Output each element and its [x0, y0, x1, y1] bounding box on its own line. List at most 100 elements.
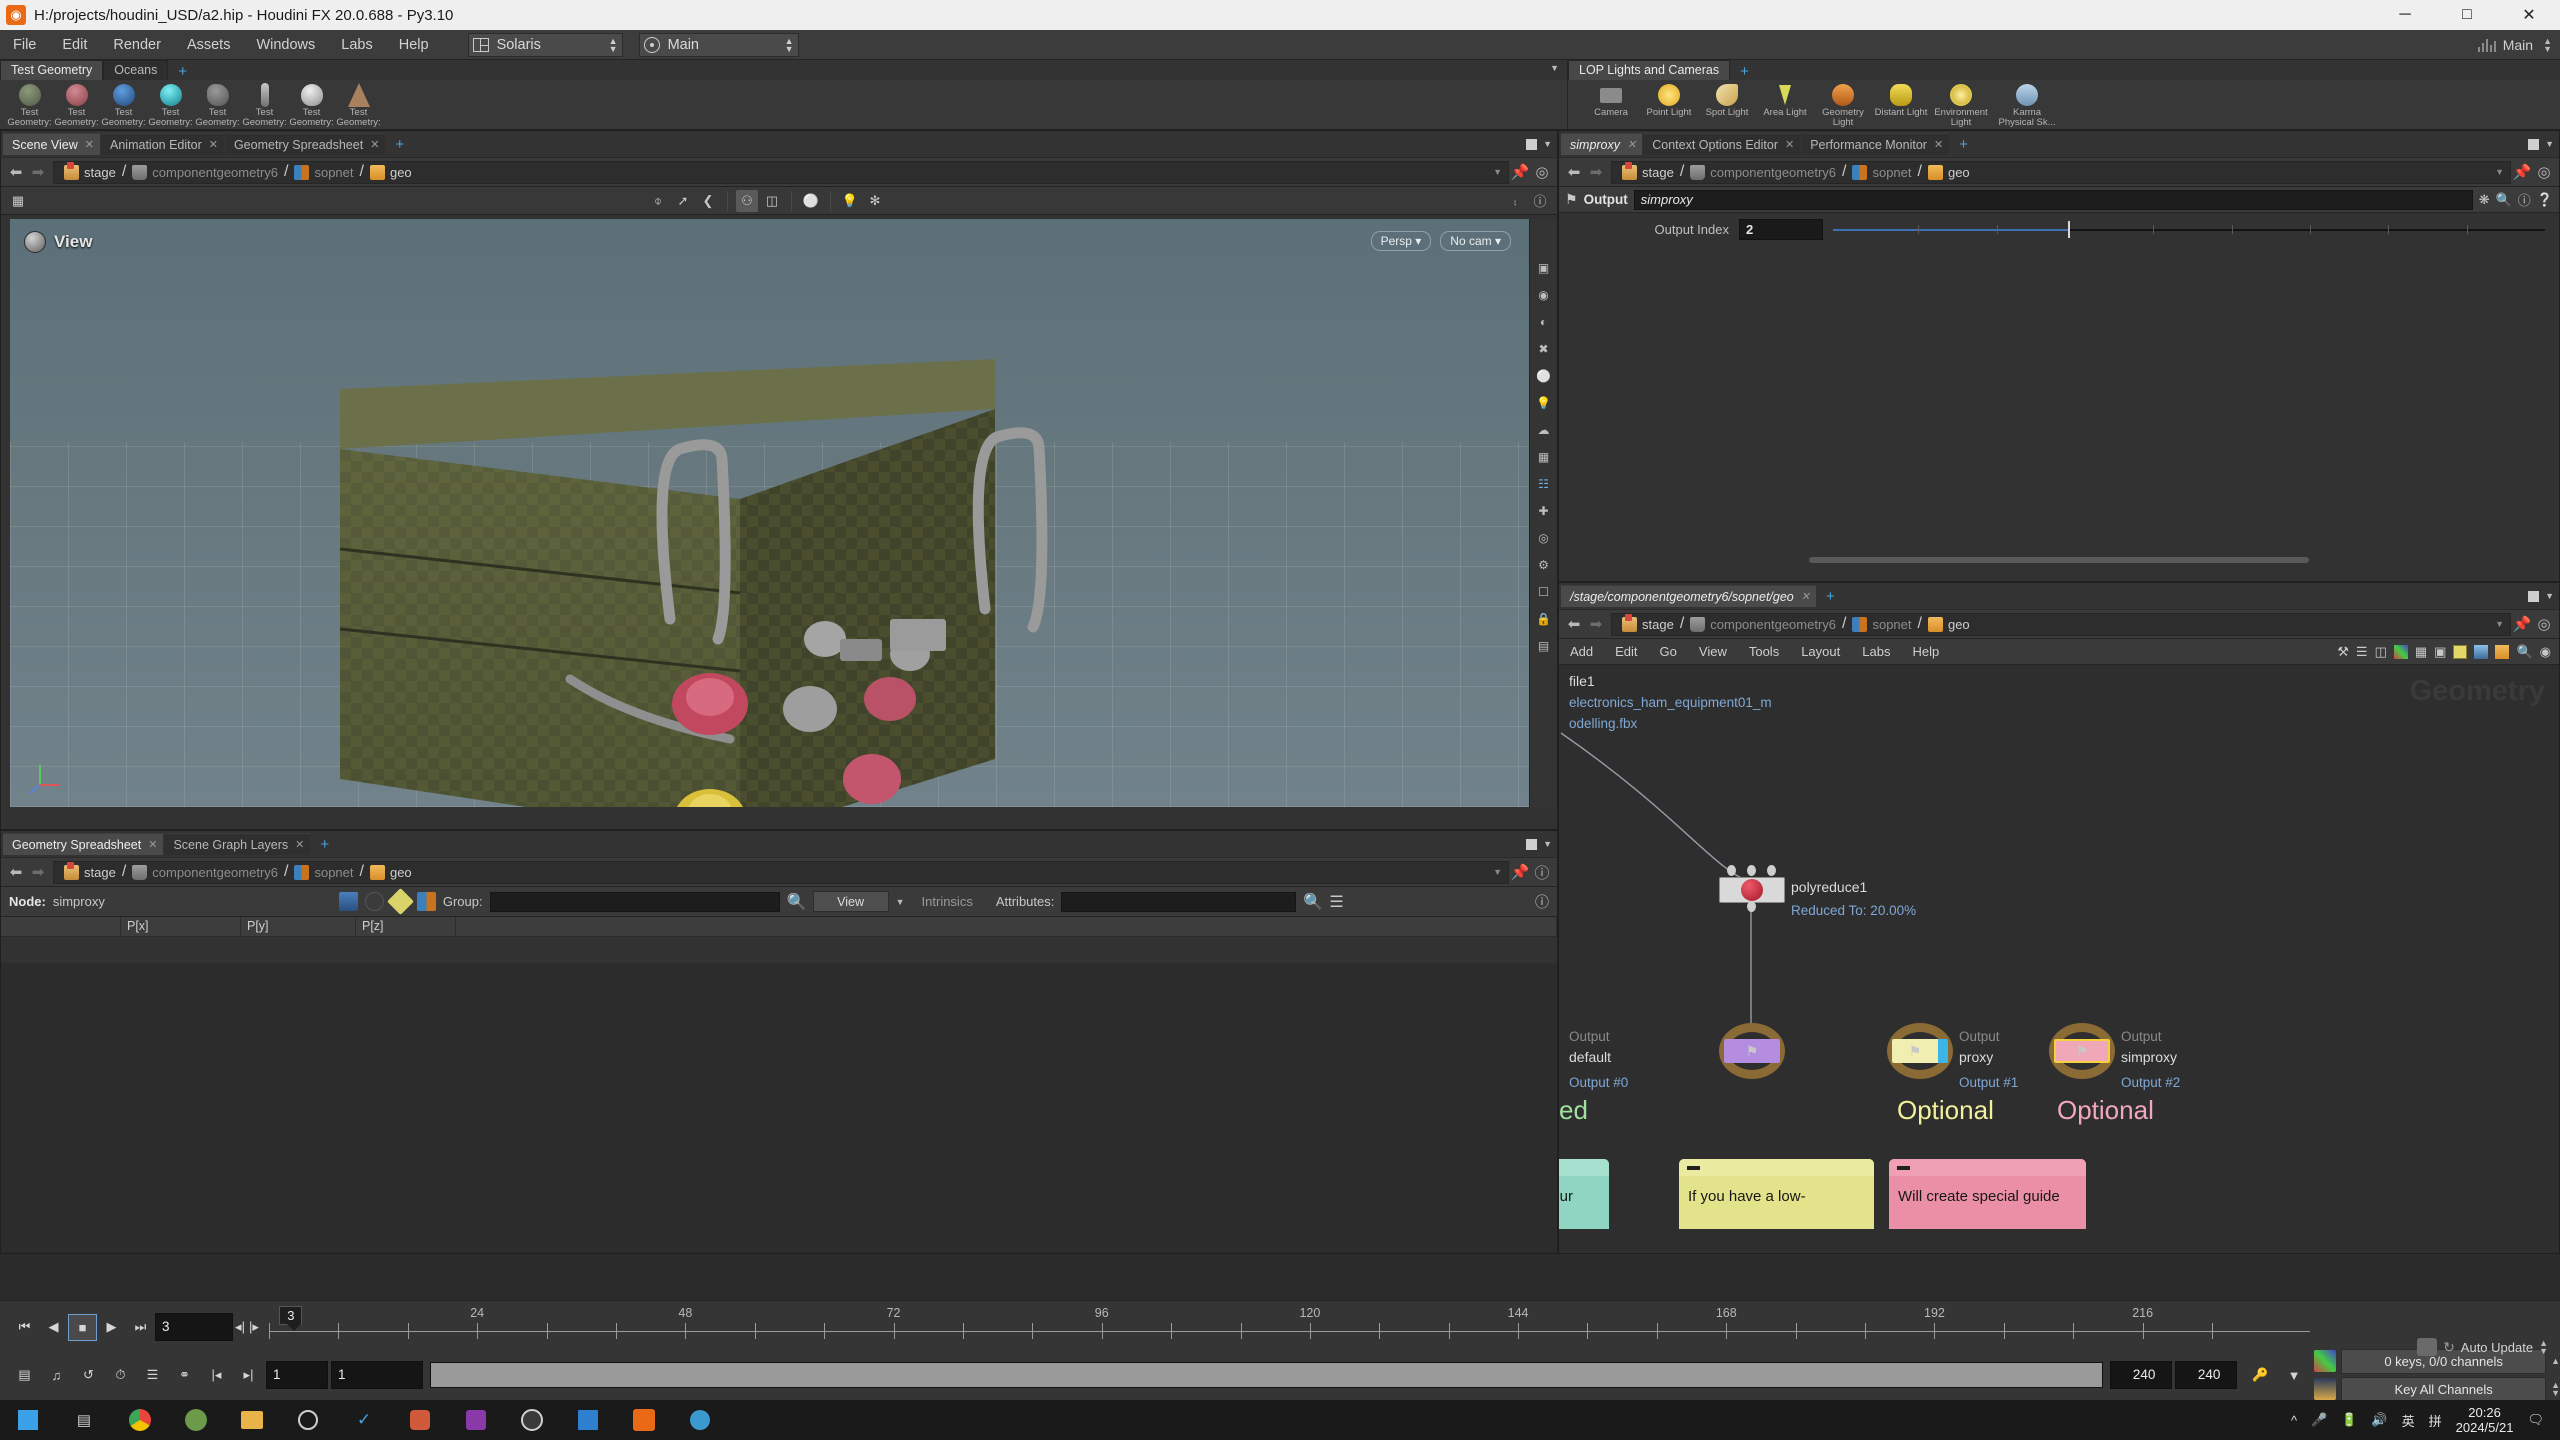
shelf-tab-test-geometry[interactable]: Test Geometry: [0, 60, 104, 80]
close-icon[interactable]: ✕: [1934, 138, 1943, 151]
menu-item-assets[interactable]: Assets: [174, 30, 244, 60]
key-mode-selector[interactable]: Key All Channels: [2341, 1376, 2547, 1402]
close-button[interactable]: ✕: [2498, 0, 2560, 30]
view-tool-icon[interactable]: ❮: [697, 190, 719, 212]
tray-volume-icon[interactable]: 🔊: [2371, 1412, 2387, 1428]
menu-item-windows[interactable]: Windows: [243, 30, 328, 60]
output-node-simproxy[interactable]: ⚑: [2049, 1023, 2115, 1079]
ne-menu-help[interactable]: Help: [1901, 639, 1950, 665]
range-end-key-icon[interactable]: ▸|: [234, 1362, 263, 1389]
taskbar-item-app1[interactable]: [392, 1400, 448, 1440]
close-icon[interactable]: ✕: [1801, 590, 1810, 603]
target-button[interactable]: ◎: [2533, 161, 2555, 183]
forward-button[interactable]: ➡: [1585, 161, 1607, 183]
parm-node-name-input[interactable]: simproxy: [1633, 189, 2473, 210]
breadcrumb[interactable]: stage / componentgeometry6 / sopnet / ge…: [1611, 160, 2511, 184]
chevron-updown-icon[interactable]: ▲ ▼: [609, 36, 618, 53]
breadcrumb-dropdown-icon[interactable]: ▼: [1493, 867, 1508, 877]
snap-icon[interactable]: ⚙: [1534, 556, 1554, 574]
tab-network-path[interactable]: /stage/componentgeometry6/sopnet/geo ✕: [1561, 585, 1816, 607]
keys-status-chevron-icon[interactable]: ▲: [2551, 1356, 2560, 1366]
settings-icon[interactable]: ✻: [864, 190, 886, 212]
background-icon[interactable]: ▤: [1534, 637, 1554, 655]
shelf-item-test-geometry-7[interactable]: Test Geometry:: [335, 82, 382, 128]
range-start-input[interactable]: 1: [331, 1361, 423, 1389]
playback-mode-icon[interactable]: ↺: [74, 1362, 103, 1389]
shelf-item-test-geometry-5[interactable]: Test Geometry:: [241, 82, 288, 128]
timeline-ruler[interactable]: 24 48 72 96 120 144 168 192 216 3: [269, 1304, 2310, 1350]
breadcrumb-item-sopnet[interactable]: sopnet: [1846, 616, 1917, 632]
node-output-dot[interactable]: [1747, 901, 1756, 912]
view-layout-icon[interactable]: ▣: [1534, 259, 1554, 277]
gs-col-0[interactable]: [1, 917, 121, 936]
gs-col-px[interactable]: P[x]: [121, 917, 241, 936]
image-icon[interactable]: [2474, 644, 2489, 659]
help-icon[interactable]: ⓘ: [1529, 190, 1551, 212]
gs-attributes-input[interactable]: [1061, 891, 1297, 912]
points-icon[interactable]: [338, 892, 358, 911]
gs-intrinsics-label[interactable]: Intrinsics: [922, 894, 973, 909]
breadcrumb-item-stage[interactable]: stage: [1616, 613, 1680, 632]
jump-end-button[interactable]: ⏭: [126, 1314, 155, 1341]
snapshot-icon[interactable]: ▣: [2434, 644, 2446, 660]
forward-button[interactable]: ➡: [27, 861, 49, 883]
breadcrumb[interactable]: stage / componentgeometry6 / sopnet / ge…: [53, 860, 1509, 884]
tab-performance-monitor[interactable]: Performance Monitor ✕: [1801, 133, 1950, 155]
timeline-settings-icon[interactable]: ▤: [10, 1362, 39, 1389]
shelf-item-spot-light[interactable]: Spot Light: [1698, 82, 1756, 128]
back-button[interactable]: ⬅: [5, 861, 27, 883]
close-icon[interactable]: ✕: [370, 138, 379, 151]
forward-button[interactable]: ➡: [1585, 613, 1607, 635]
geo-icon[interactable]: [2495, 644, 2510, 659]
note-icon[interactable]: [2453, 644, 2468, 659]
output-index-slider[interactable]: [1833, 219, 2545, 240]
playhead[interactable]: 3: [279, 1306, 303, 1331]
maximize-pane-icon[interactable]: [1526, 138, 1538, 150]
tab-geometry-spreadsheet-active[interactable]: Geometry Spreadsheet ✕: [3, 833, 164, 855]
gs-add-tab-button[interactable]: +: [311, 836, 338, 853]
shelf-item-test-geometry-1[interactable]: Test Geometry:: [53, 82, 100, 128]
gs-col-py[interactable]: P[y]: [241, 917, 356, 936]
chevron-down-icon[interactable]: ▼: [896, 897, 905, 907]
gs-group-input[interactable]: [489, 891, 780, 912]
vertices-icon[interactable]: [364, 892, 384, 911]
maximize-pane-icon[interactable]: [1526, 838, 1538, 850]
breadcrumb-item-sopnet[interactable]: sopnet: [1846, 164, 1917, 180]
prev-key-button[interactable]: ◂|: [233, 1314, 247, 1341]
node-input-dot-2[interactable]: [1767, 865, 1776, 876]
breadcrumb-dropdown-icon[interactable]: ▼: [2495, 167, 2510, 177]
attributes-filter-icon[interactable]: 🔍: [1303, 892, 1323, 911]
menu-item-file[interactable]: File: [0, 30, 49, 60]
sticky-note-0[interactable]: ct your: [1559, 1159, 1609, 1229]
range-end-input[interactable]: 240: [2110, 1361, 2173, 1389]
breadcrumb-item-geo[interactable]: geo: [364, 164, 418, 180]
back-button[interactable]: ⬅: [1563, 613, 1585, 635]
output-index-input[interactable]: 2: [1739, 218, 1823, 240]
gear-icon[interactable]: ❋: [2479, 192, 2490, 208]
key-channels-icon[interactable]: [2314, 1378, 2337, 1400]
sticky-note-1[interactable]: If you have a low-: [1679, 1159, 1874, 1229]
xray-icon[interactable]: ✖: [1534, 340, 1554, 358]
camera-lock-icon[interactable]: 🔒: [1534, 610, 1554, 628]
help-button[interactable]: ⓘ: [1531, 861, 1553, 883]
pin-button[interactable]: 📌: [2511, 161, 2533, 183]
breadcrumb[interactable]: stage / componentgeometry6 / sopnet / ge…: [53, 160, 1509, 184]
key-mode-chevron-icon[interactable]: ▲ ▼: [2551, 1381, 2560, 1398]
desktop-selector[interactable]: Solaris ▲ ▼: [467, 32, 623, 57]
group-filter-icon[interactable]: 🔍: [787, 892, 807, 911]
shelf-item-test-geometry-3[interactable]: Test Geometry:: [147, 82, 194, 128]
breadcrumb-item-sopnet[interactable]: sopnet: [288, 864, 359, 880]
stop-button[interactable]: ■: [68, 1313, 97, 1341]
gs-table-body[interactable]: [1, 963, 1557, 1253]
ne-menu-go[interactable]: Go: [1649, 639, 1688, 665]
gs-help-icon[interactable]: ⓘ: [1535, 892, 1549, 912]
target-button[interactable]: ◎: [2533, 613, 2555, 635]
minimize-button[interactable]: ─: [2374, 0, 2436, 30]
autokey-icon[interactable]: ⚭: [170, 1362, 199, 1389]
breadcrumb-item-stage[interactable]: stage: [1616, 161, 1680, 180]
back-button[interactable]: ⬅: [1563, 161, 1585, 183]
ne-menu-edit[interactable]: Edit: [1604, 639, 1648, 665]
info-icon[interactable]: ⓘ: [2518, 190, 2531, 209]
shelf-item-test-geometry-4[interactable]: Test Geometry:: [194, 82, 241, 128]
parm-add-tab-button[interactable]: +: [1950, 136, 1977, 153]
